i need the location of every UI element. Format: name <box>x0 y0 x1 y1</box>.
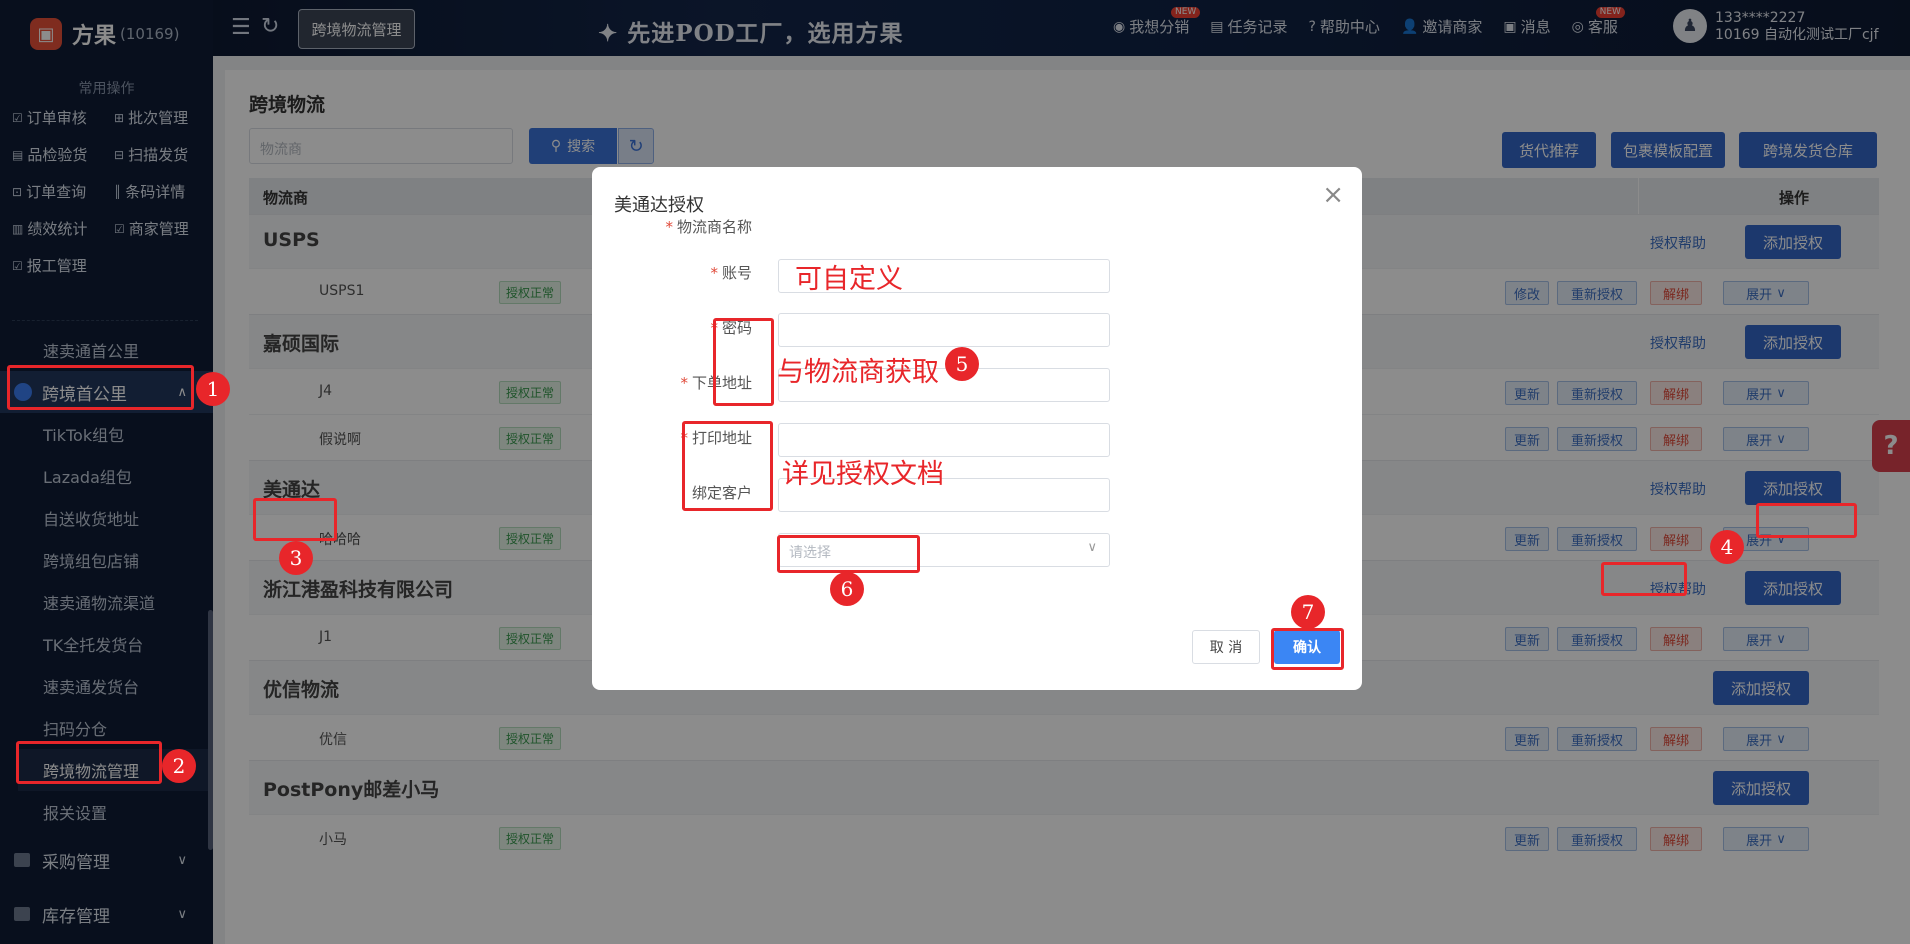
annotation-note-custom: 可自定义 <box>795 264 903 295</box>
annotation-number-7: 7 <box>1291 595 1325 629</box>
required-mark: * <box>710 264 718 282</box>
chevron-down-icon: ∨ <box>1087 540 1097 555</box>
required-mark: * <box>665 218 673 236</box>
annotation-box-2 <box>16 741 162 784</box>
close-icon[interactable]: × <box>1322 180 1344 210</box>
field-label-account: * 账号 <box>710 264 752 282</box>
annotation-box-detail <box>682 421 773 511</box>
dialog-title: 美通达授权 <box>614 195 704 216</box>
annotation-number-4: 4 <box>1710 530 1744 564</box>
annotation-number-1: 1 <box>196 372 230 406</box>
annotation-number-6: 6 <box>830 572 864 606</box>
field-label-carrier-name: * 物流商名称 <box>665 218 752 236</box>
annotation-number-3: 3 <box>279 541 313 575</box>
annotation-note-5: 与物流商获取 <box>777 357 939 388</box>
annotation-box-6 <box>777 535 920 573</box>
annotation-note-detail: 详见授权文档 <box>782 459 944 490</box>
annotation-box-5 <box>713 318 774 406</box>
annotation-number-2: 2 <box>162 749 196 783</box>
annotation-box-1 <box>7 365 194 410</box>
required-mark: * <box>680 374 688 392</box>
annotation-box-3 <box>253 498 337 541</box>
annotation-box-7 <box>1271 628 1344 670</box>
app-root: ▣ 方果 (10169) 常用操作 ☑ 订单审核 ⊞ 批次管理 ▤ 品检验货 ⊟ 扫描发… <box>0 0 1910 944</box>
annotation-box-4b <box>1601 562 1687 596</box>
annotation-box-4a <box>1756 503 1857 538</box>
annotation-number-5: 5 <box>945 347 979 381</box>
account-input[interactable] <box>778 313 1110 347</box>
cancel-button[interactable]: 取 消 <box>1192 630 1260 664</box>
